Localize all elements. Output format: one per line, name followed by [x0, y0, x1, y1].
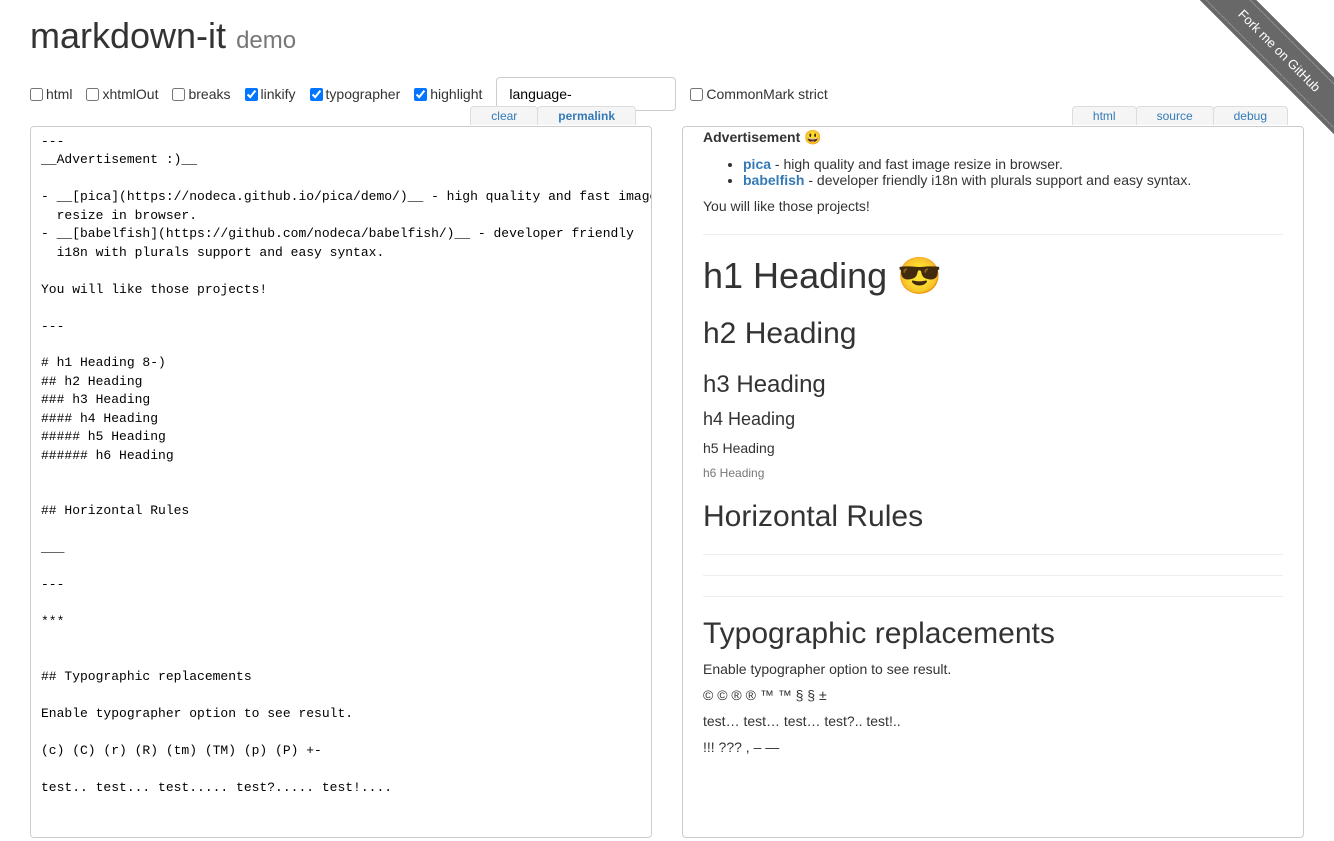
checkbox-html[interactable] — [30, 88, 43, 101]
tab-html[interactable]: html — [1072, 106, 1137, 125]
h1-heading: h1 Heading 😎 — [703, 255, 1283, 297]
page-title: markdown-it demo — [30, 15, 296, 56]
option-highlight[interactable]: highlight — [414, 86, 482, 102]
title-sub: demo — [236, 27, 296, 54]
typo-symbols: © © ® ® ™ ™ § § ± — [703, 687, 1283, 703]
like-projects: You will like those projects! — [703, 198, 1283, 214]
h4-heading: h4 Heading — [703, 409, 1283, 430]
h5-heading: h5 Heading — [703, 440, 1283, 456]
option-html[interactable]: html — [30, 86, 72, 102]
h6-heading: h6 Heading — [703, 466, 1283, 480]
link-babelfish[interactable]: babelfish — [743, 172, 804, 188]
horizontal-rules-heading: Horizontal Rules — [703, 500, 1283, 534]
smile-emoji-icon: 😃 — [804, 129, 821, 145]
divider — [703, 596, 1283, 597]
source-panel: clear permalink — [30, 126, 652, 841]
label-xhtmlout: xhtmlOut — [102, 86, 158, 102]
source-textarea[interactable] — [30, 126, 652, 838]
source-tabs: clear permalink — [471, 106, 636, 125]
github-ribbon-label: Fork me on GitHub — [1190, 0, 1334, 140]
list-item: babelfish - developer friendly i18n with… — [743, 172, 1283, 188]
checkbox-commonmark[interactable] — [690, 88, 703, 101]
ad-strong: Advertisement — [703, 129, 800, 145]
list-item: pica - high quality and fast image resiz… — [743, 156, 1283, 172]
ad-list: pica - high quality and fast image resiz… — [703, 156, 1283, 188]
typo-tests: test… test… test… test?.. test!.. — [703, 713, 1283, 729]
label-linkify: linkify — [261, 86, 296, 102]
label-html: html — [46, 86, 72, 102]
li1-text: - high quality and fast image resize in … — [771, 156, 1063, 172]
option-breaks[interactable]: breaks — [172, 86, 230, 102]
result-panel: html source debug Advertisement 😃 pica -… — [682, 126, 1304, 841]
li2-text: - developer friendly i18n with plurals s… — [804, 172, 1191, 188]
title-main: markdown-it — [30, 15, 226, 56]
sunglasses-emoji-icon: 😎 — [897, 255, 942, 296]
checkbox-typographer[interactable] — [310, 88, 323, 101]
option-typographer[interactable]: typographer — [310, 86, 401, 102]
checkbox-highlight[interactable] — [414, 88, 427, 101]
permalink-button[interactable]: permalink — [537, 106, 636, 125]
checkbox-linkify[interactable] — [245, 88, 258, 101]
h3-heading: h3 Heading — [703, 371, 1283, 399]
option-linkify[interactable]: linkify — [245, 86, 296, 102]
typo-punct: !!! ??? , – — — [703, 739, 1283, 755]
divider — [703, 554, 1283, 555]
result-html[interactable]: Advertisement 😃 pica - high quality and … — [682, 126, 1304, 838]
divider — [703, 234, 1283, 235]
label-typographer: typographer — [326, 86, 401, 102]
option-commonmark[interactable]: CommonMark strict — [690, 86, 827, 102]
typographic-heading: Typographic replacements — [703, 617, 1283, 651]
label-commonmark: CommonMark strict — [706, 86, 827, 102]
page-header: markdown-it demo — [30, 15, 1304, 57]
typo-desc: Enable typographer option to see result. — [703, 661, 1283, 677]
label-highlight: highlight — [430, 86, 482, 102]
link-pica[interactable]: pica — [743, 156, 771, 172]
h2-heading: h2 Heading — [703, 317, 1283, 351]
checkbox-xhtmlout[interactable] — [86, 88, 99, 101]
clear-button[interactable]: clear — [470, 106, 538, 125]
github-ribbon[interactable]: Fork me on GitHub — [1184, 0, 1334, 150]
h1-text: h1 Heading — [703, 255, 897, 296]
divider — [703, 575, 1283, 576]
label-breaks: breaks — [188, 86, 230, 102]
checkbox-breaks[interactable] — [172, 88, 185, 101]
option-xhtmlout[interactable]: xhtmlOut — [86, 86, 158, 102]
